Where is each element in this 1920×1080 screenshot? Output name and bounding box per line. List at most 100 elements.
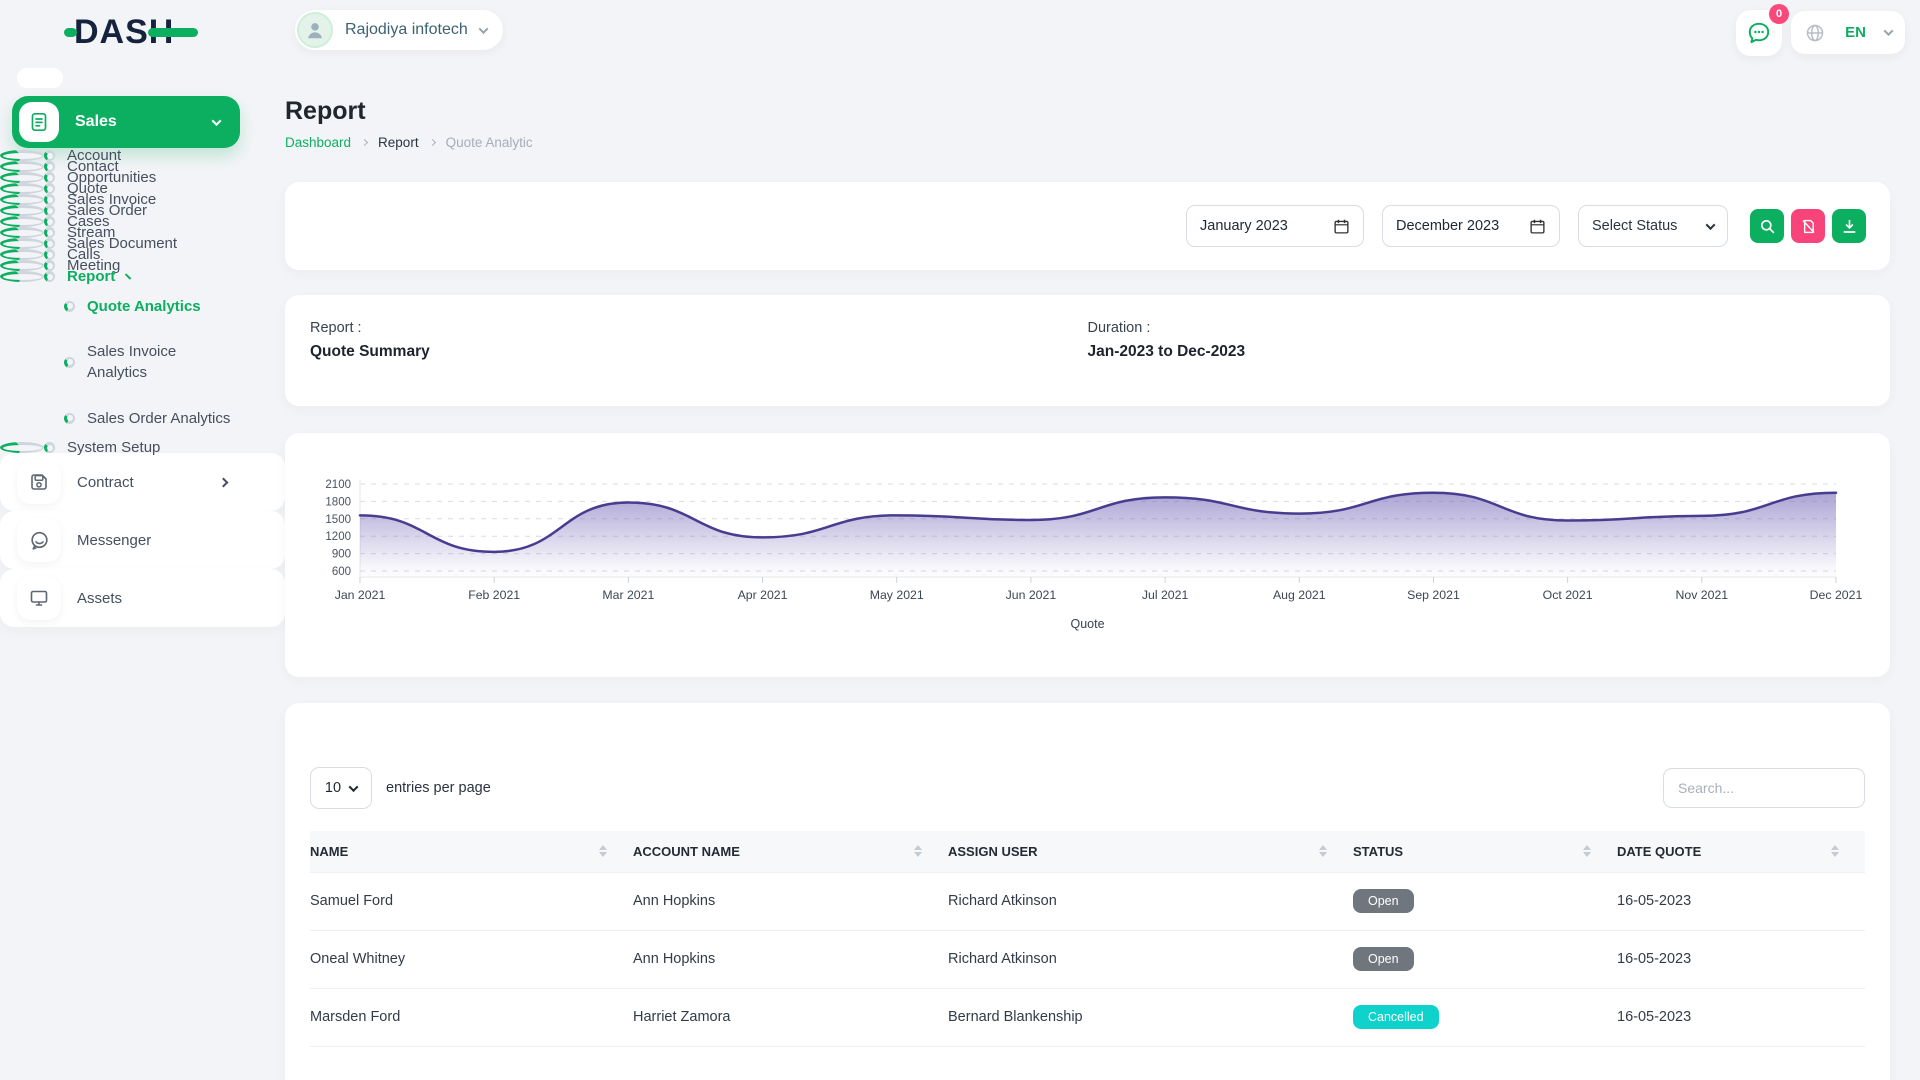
breadcrumb-current: Quote Analytic <box>446 135 533 150</box>
quote-area-chart: 6009001200150018002100Jan 2021Feb 2021Ma… <box>285 433 1890 677</box>
messages-button[interactable]: 0 <box>1736 10 1782 56</box>
sidebar-item-assets[interactable]: Assets <box>0 569 285 627</box>
language-selector[interactable]: EN <box>1791 11 1905 54</box>
status-badge: Open <box>1353 889 1414 913</box>
app-window: DASH Rajodiya infotech 0 <box>0 0 1920 1080</box>
page-title: Report <box>285 97 1890 126</box>
svg-text:1800: 1800 <box>325 496 351 508</box>
sidebar-item-stream[interactable]: Stream <box>0 227 44 238</box>
sidebar-item-contact[interactable]: Contact <box>0 161 44 172</box>
column-header-assign-user[interactable]: ASSIGN USER <box>948 831 1353 872</box>
sidebar-item-report[interactable]: Report <box>0 271 44 282</box>
svg-text:Apr 2021: Apr 2021 <box>738 588 788 602</box>
bullet-icon <box>44 205 55 216</box>
chevron-down-icon <box>349 782 359 792</box>
column-header-account-name[interactable]: ACCOUNT NAME <box>633 831 948 872</box>
column-header-date-quote[interactable]: DATE QUOTE <box>1617 831 1865 872</box>
sidebar-item-sales-invoice-analytics[interactable]: Sales Invoice Analytics <box>0 330 285 394</box>
sidebar-item-system-setup[interactable]: System Setup <box>0 442 44 453</box>
svg-text:Jul 2021: Jul 2021 <box>1142 588 1189 602</box>
date-from-value: January 2023 <box>1200 218 1288 234</box>
cell-account-name: Ann Hopkins <box>633 930 948 988</box>
assets-icon <box>17 576 61 620</box>
bullet-icon <box>64 357 75 368</box>
bullet-icon <box>44 194 55 205</box>
status-badge: Open <box>1353 947 1414 971</box>
sidebar-item-messenger[interactable]: Messenger <box>0 511 285 569</box>
sidebar-item-sales-order[interactable]: Sales Order <box>0 205 44 216</box>
sales-document-icon <box>19 102 59 142</box>
date-from-input[interactable]: January 2023 <box>1186 205 1364 247</box>
chevron-right-icon <box>219 477 229 487</box>
bullet-icon <box>44 216 55 227</box>
sidebar-group-label: Sales <box>75 113 197 131</box>
sidebar-item-cases[interactable]: Cases <box>0 216 44 227</box>
app-logo: DASH <box>64 13 198 52</box>
svg-text:Nov 2021: Nov 2021 <box>1675 588 1728 602</box>
contract-icon <box>17 460 61 504</box>
quotes-table: NAMEACCOUNT NAMEASSIGN USER STATUSDATE QU… <box>310 831 1865 1047</box>
sidebar-item-label: Sales Invoice Analytics <box>87 341 207 383</box>
reset-filter-button[interactable] <box>1791 209 1825 243</box>
sort-icon[interactable] <box>599 845 607 857</box>
company-selector[interactable]: Rajodiya infotech <box>295 10 503 50</box>
sidebar-group-sales[interactable]: Sales <box>12 96 240 148</box>
chevron-right-icon <box>125 273 131 279</box>
status-select[interactable]: Select Status <box>1578 205 1728 247</box>
calendar-icon <box>1529 218 1546 235</box>
sidebar-item-sales-invoice[interactable]: Sales Invoice <box>0 194 44 205</box>
sort-icon[interactable] <box>914 845 922 857</box>
svg-text:Jan 2021: Jan 2021 <box>335 588 386 602</box>
chevron-down-icon <box>212 116 222 126</box>
table-row: Marsden FordHarriet ZamoraBernard Blanke… <box>310 988 1865 1046</box>
cell-status: Open <box>1353 872 1617 930</box>
svg-text:Aug 2021: Aug 2021 <box>1273 588 1326 602</box>
column-label: ASSIGN USER <box>948 844 1038 859</box>
search-button[interactable] <box>1750 209 1784 243</box>
sidebar-item-quote[interactable]: Quote <box>0 183 44 194</box>
sort-icon[interactable] <box>1319 845 1327 857</box>
table-row: Samuel FordAnn HopkinsRichard AtkinsonOp… <box>310 872 1865 930</box>
page-size-value: 10 <box>325 780 341 796</box>
column-header-status[interactable]: STATUS <box>1353 831 1617 872</box>
cell-status: Open <box>1353 930 1617 988</box>
download-button[interactable] <box>1832 209 1866 243</box>
breadcrumb-report[interactable]: Report <box>378 135 419 150</box>
bullet-icon <box>44 442 55 453</box>
sidebar-item-meeting[interactable]: Meeting <box>0 260 44 271</box>
svg-text:Mar 2021: Mar 2021 <box>602 588 654 602</box>
sidebar-item-sales-order-analytics[interactable]: Sales Order Analytics <box>0 394 285 442</box>
download-icon <box>1841 218 1858 235</box>
chevron-right-icon <box>429 139 436 146</box>
breadcrumb-dashboard[interactable]: Dashboard <box>285 135 351 150</box>
cell-date-quote: 16-05-2023 <box>1617 930 1865 988</box>
sort-icon[interactable] <box>1583 845 1591 857</box>
status-select-value: Select Status <box>1592 218 1677 234</box>
column-header-name[interactable]: NAME <box>310 831 633 872</box>
duration-label: Duration : <box>1088 320 1866 336</box>
logo-dash-icon <box>148 28 198 37</box>
sidebar-item-label: Quote Analytics <box>87 298 201 315</box>
sidebar-item-label: Messenger <box>77 532 151 549</box>
chat-icon <box>1746 20 1772 46</box>
duration-summary: Duration : Jan-2023 to Dec-2023 <box>1088 320 1866 381</box>
sidebar-item-calls[interactable]: Calls <box>0 249 44 260</box>
sidebar-item-label: Sales Order Analytics <box>87 410 230 427</box>
svg-text:1500: 1500 <box>325 514 351 526</box>
bullet-icon <box>64 301 75 312</box>
table-search-input[interactable] <box>1663 768 1865 808</box>
sidebar-menu: AccountContactOpportunitiesQuoteSales In… <box>0 150 285 627</box>
topbar: DASH Rajodiya infotech 0 <box>0 0 1920 64</box>
svg-text:1200: 1200 <box>325 531 351 543</box>
chevron-right-icon <box>361 139 368 146</box>
sidebar-item-opportunities[interactable]: Opportunities <box>0 172 44 183</box>
sidebar-item-account[interactable]: Account <box>0 150 44 161</box>
sidebar-item-contract[interactable]: Contract <box>0 453 285 511</box>
date-to-input[interactable]: December 2023 <box>1382 205 1560 247</box>
sort-icon[interactable] <box>1831 845 1839 857</box>
sidebar-item-quote-analytics[interactable]: Quote Analytics <box>0 282 285 330</box>
svg-text:Jun 2021: Jun 2021 <box>1006 588 1057 602</box>
sidebar-item-sales-document[interactable]: Sales Document <box>0 238 44 249</box>
page-size-select[interactable]: 10 <box>310 767 372 809</box>
filter-card: January 2023 December 2023 Select Status <box>285 182 1890 270</box>
